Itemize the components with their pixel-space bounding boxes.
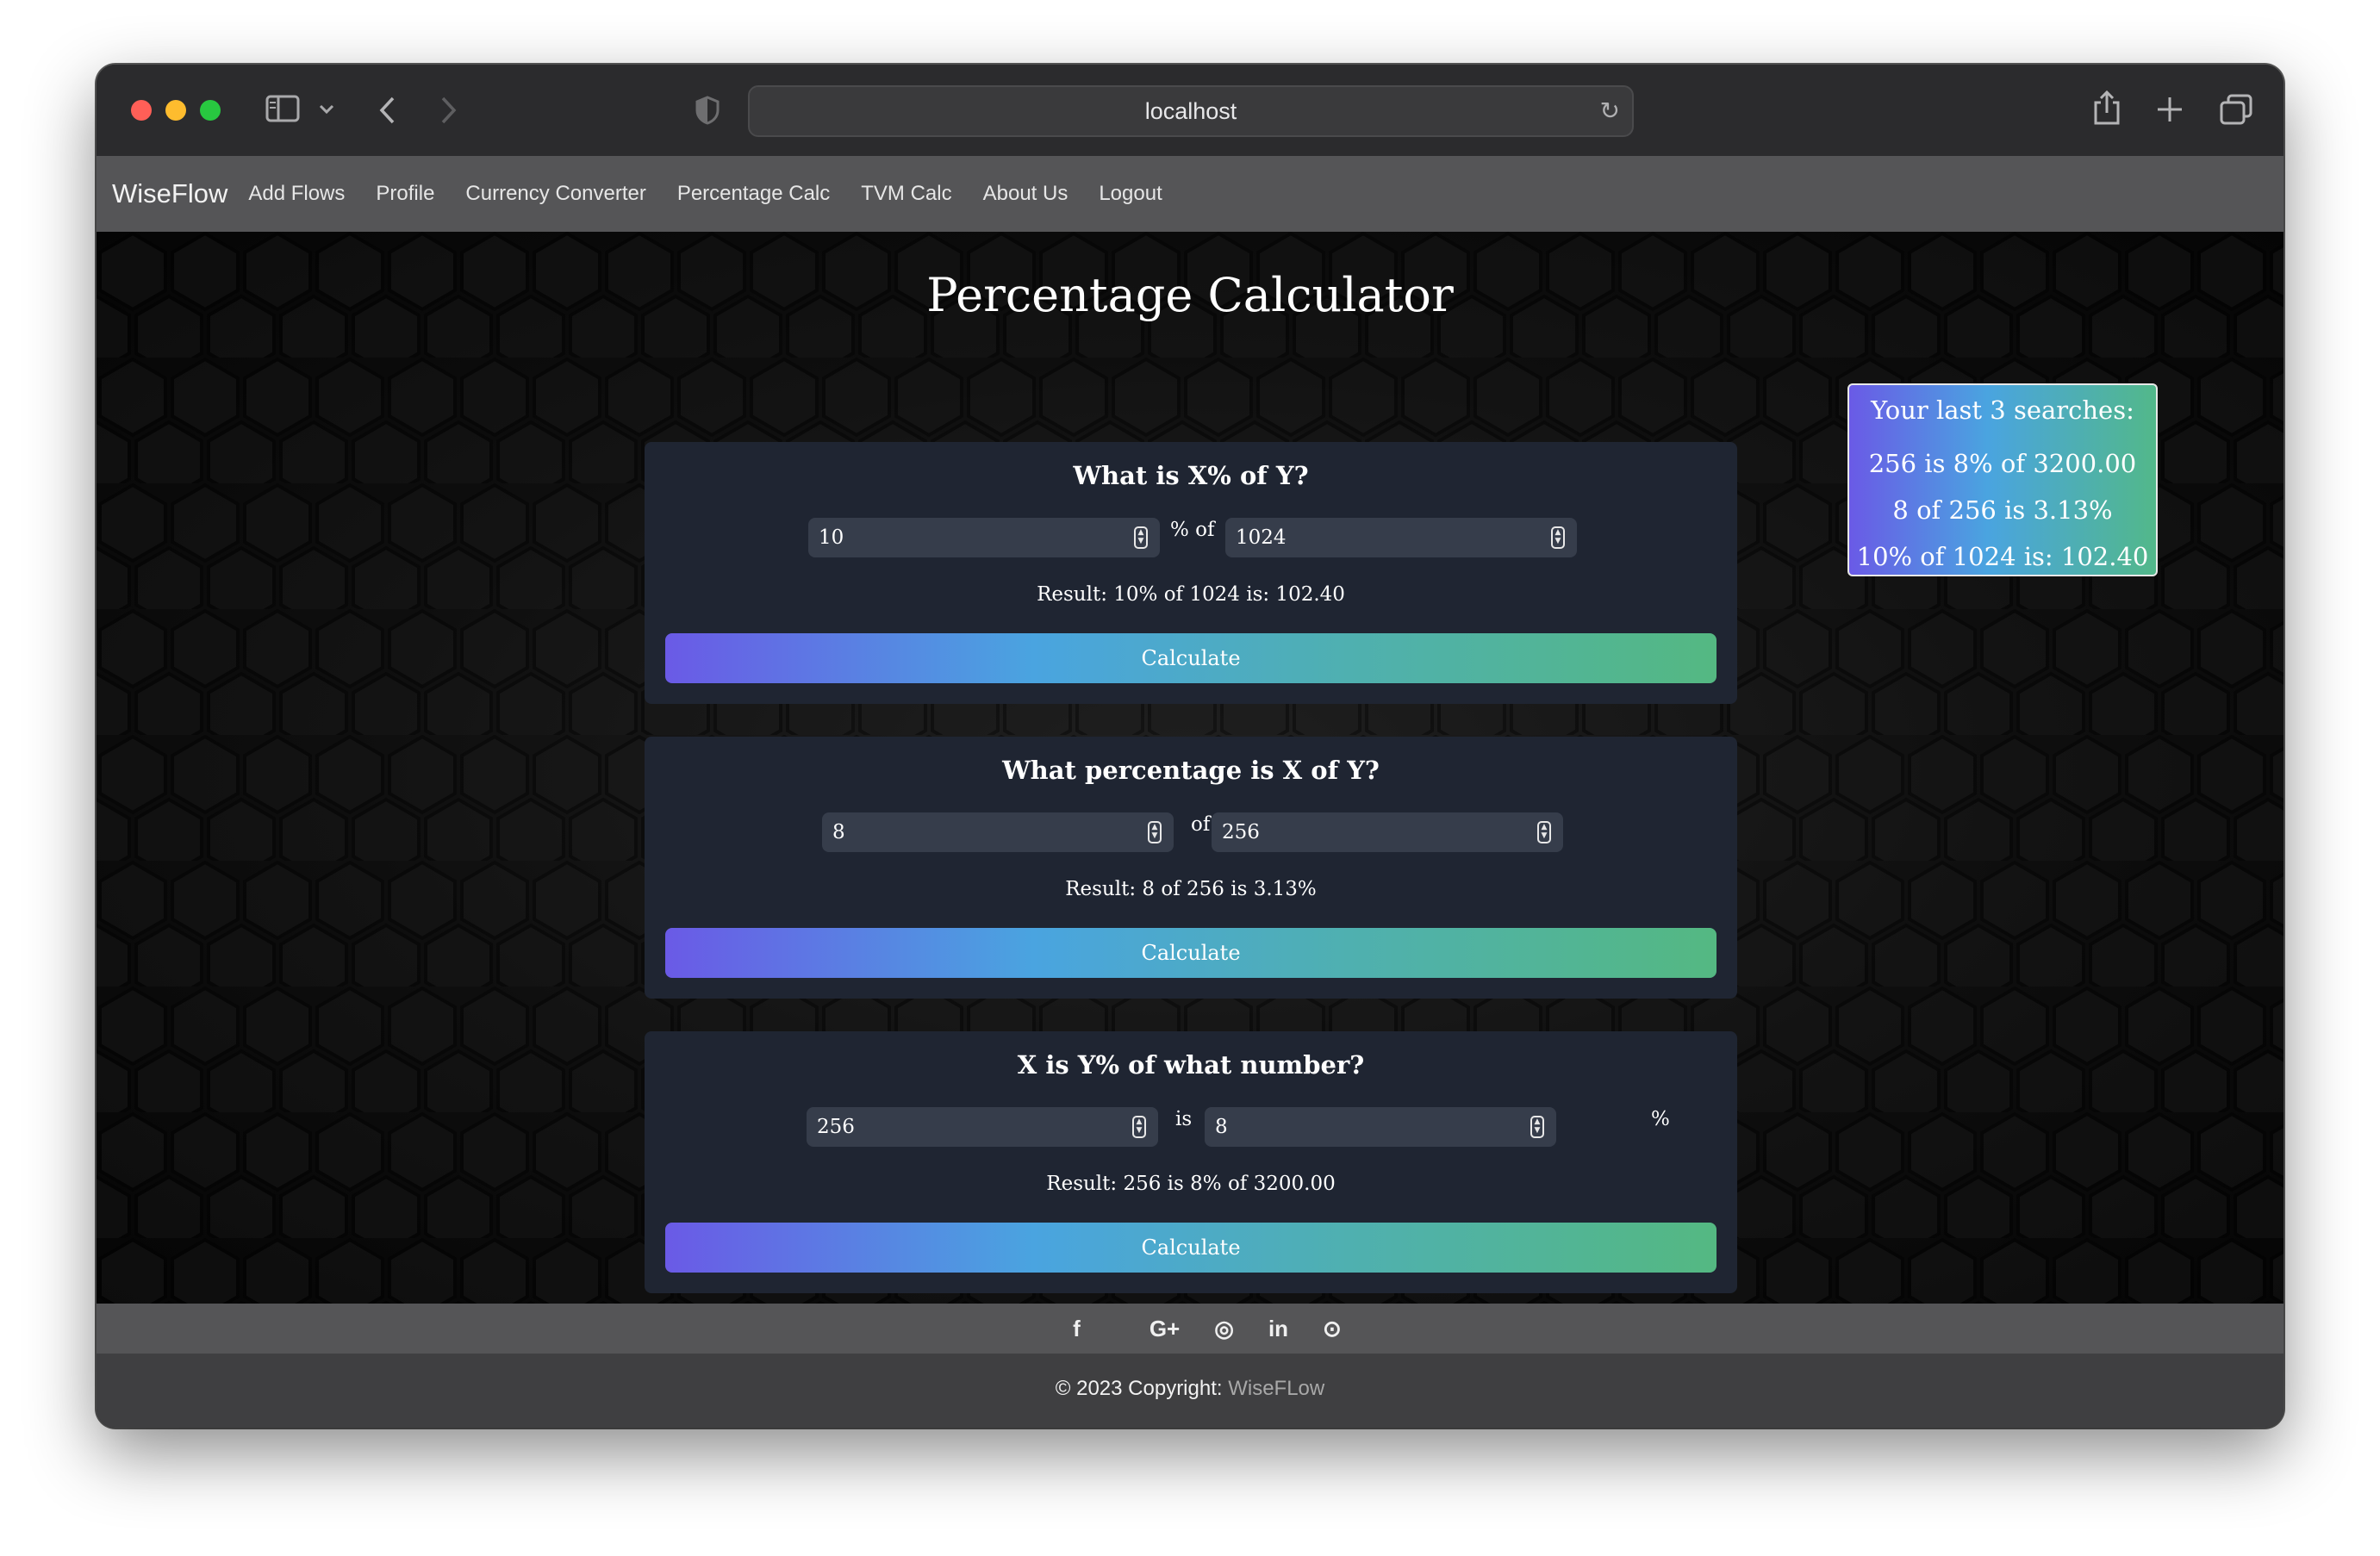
privacy-shield-icon[interactable] (695, 96, 720, 125)
calculate-button[interactable]: Calculate (665, 928, 1716, 978)
nav-link-tvm-calc[interactable]: TVM Calc (861, 182, 951, 206)
page-title: Percentage Calculator (926, 268, 1454, 322)
percent-input[interactable]: 10 ▲ ▼ (808, 518, 1160, 557)
copyright-footer: © 2023 Copyright: WiseFLow (97, 1354, 2283, 1428)
copyright-text: © 2023 Copyright: (1055, 1377, 1223, 1400)
number-stepper-icon[interactable]: ▲ ▼ (1551, 526, 1565, 549)
calculator-card-what-percentage: What percentage is X of Y? 8 ▲ ▼ of 256 ▲… (645, 737, 1737, 999)
percent-suffix-label: % (1651, 1108, 1670, 1130)
instagram-icon[interactable]: ◎ (1214, 1316, 1234, 1342)
nav-link-currency-converter[interactable]: Currency Converter (465, 182, 645, 206)
calculator-card-percent-of: What is X% of Y? 10 ▲ ▼ % of 1024 ▲ ▼ Resu… (645, 442, 1737, 704)
sidebar-toggle-icon[interactable] (265, 94, 300, 123)
input-value: 256 (1222, 821, 1260, 843)
separator-label: is (1175, 1108, 1193, 1130)
google-plus-icon[interactable]: G+ (1150, 1316, 1180, 1342)
result-text: Result: 10% of 1024 is: 102.40 (1037, 583, 1345, 606)
browser-titlebar: localhost ↻ (97, 65, 2283, 158)
result-text: Result: 8 of 256 is 3.13% (1065, 878, 1317, 900)
separator-label: % of (1170, 519, 1215, 541)
recent-search-item: 8 of 256 is 3.13% (1892, 495, 2113, 525)
share-icon[interactable] (2092, 89, 2121, 127)
calculate-button[interactable]: Calculate (665, 633, 1716, 683)
nav-link-logout[interactable]: Logout (1099, 182, 1162, 206)
minimize-window-button[interactable] (165, 100, 186, 121)
whole-number-input[interactable]: 256 ▲ ▼ (1212, 812, 1563, 852)
value-number-input[interactable]: 256 ▲ ▼ (807, 1107, 1158, 1147)
url-text: localhost (1144, 98, 1237, 124)
social-links-bar: f G+ ◎ in ⊙ (97, 1304, 2283, 1354)
recent-searches-title: Your last 3 searches: (1871, 395, 2134, 425)
new-tab-plus-icon[interactable] (2156, 96, 2184, 123)
card-title: What is X% of Y? (1073, 461, 1309, 490)
number-stepper-icon[interactable]: ▲ ▼ (1148, 821, 1162, 843)
number-stepper-icon[interactable]: ▲ ▼ (1132, 1116, 1146, 1138)
input-value: 1024 (1236, 526, 1287, 549)
nav-link-about-us[interactable]: About Us (983, 182, 1069, 206)
zoom-window-button[interactable] (200, 100, 221, 121)
site-navbar: WiseFlow Add Flows Profile Currency Conv… (97, 156, 2283, 232)
forward-arrow-icon[interactable] (438, 96, 458, 125)
base-number-input[interactable]: 1024 ▲ ▼ (1225, 518, 1577, 557)
percentage-input[interactable]: 8 ▲ ▼ (1205, 1107, 1556, 1147)
separator-label: of (1191, 813, 1211, 836)
recent-search-item: 256 is 8% of 3200.00 (1868, 449, 2137, 478)
nav-link-profile[interactable]: Profile (376, 182, 434, 206)
nav-link-percentage-calc[interactable]: Percentage Calc (677, 182, 830, 206)
linkedin-icon[interactable]: in (1268, 1316, 1288, 1342)
input-value: 8 (1215, 1116, 1228, 1138)
facebook-icon[interactable]: f (1073, 1316, 1081, 1342)
nav-link-add-flows[interactable]: Add Flows (248, 182, 345, 206)
browser-window: localhost ↻ WiseFlow Add Flows Profile C… (97, 65, 2283, 1428)
main-content: Percentage Calculator What is X% of Y? 1… (97, 232, 2283, 1304)
recent-searches-panel: Your last 3 searches: 256 is 8% of 3200.… (1847, 383, 2158, 576)
input-value: 256 (817, 1116, 855, 1138)
number-stepper-icon[interactable]: ▲ ▼ (1530, 1116, 1544, 1138)
tab-overview-icon[interactable] (2220, 94, 2252, 125)
recent-search-item: 10% of 1024 is: 102.40 (1856, 542, 2149, 571)
number-stepper-icon[interactable]: ▲ ▼ (1134, 526, 1148, 549)
calculate-button[interactable]: Calculate (665, 1223, 1716, 1273)
brand-logo-link[interactable]: WiseFlow (112, 178, 227, 209)
chevron-down-icon[interactable] (319, 104, 334, 115)
github-icon[interactable]: ⊙ (1323, 1316, 1342, 1342)
back-arrow-icon[interactable] (377, 96, 398, 125)
card-title: What percentage is X of Y? (1002, 756, 1380, 785)
number-stepper-icon[interactable]: ▲ ▼ (1537, 821, 1551, 843)
reload-icon[interactable]: ↻ (1600, 87, 1620, 135)
card-title: X is Y% of what number? (1017, 1050, 1365, 1080)
copyright-brand-link[interactable]: WiseFLow (1228, 1377, 1324, 1400)
close-window-button[interactable] (131, 100, 152, 121)
input-value: 10 (819, 526, 844, 549)
calculator-card-of-what-number: X is Y% of what number? 256 ▲ ▼ is 8 ▲ ▼ %… (645, 1031, 1737, 1293)
address-bar[interactable]: localhost ↻ (748, 85, 1634, 137)
part-number-input[interactable]: 8 ▲ ▼ (822, 812, 1174, 852)
result-text: Result: 256 is 8% of 3200.00 (1046, 1173, 1336, 1195)
input-value: 8 (832, 821, 845, 843)
